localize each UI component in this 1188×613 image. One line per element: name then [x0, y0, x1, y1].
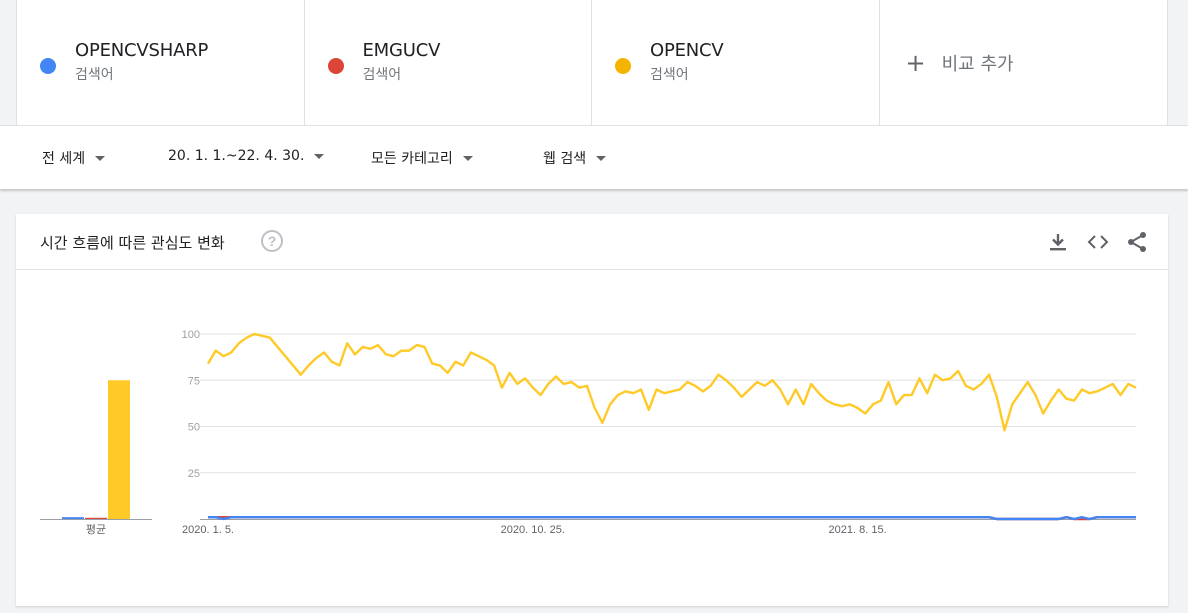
share-icon[interactable]	[1125, 230, 1149, 254]
average-label: 평균	[86, 523, 106, 536]
y-axis-ticks: 25 50 75 100	[182, 329, 200, 480]
add-compare[interactable]: + 비교 추가	[906, 50, 1014, 76]
y-tick-label: 50	[188, 422, 200, 434]
average-bar-chart: 평균	[40, 380, 152, 536]
term-name[interactable]: OPENCVSHARP	[75, 40, 208, 61]
x-tick-label: 2020. 10. 25.	[501, 524, 565, 536]
term-card-opencv[interactable]: OPENCV 검색어	[592, 0, 880, 125]
search-type-filter-label: 웹 검색	[543, 151, 587, 167]
dropdown-arrow-icon	[314, 153, 325, 159]
series-line-opencv	[206, 332, 1137, 432]
y-tick-label: 75	[188, 375, 200, 387]
term-card-opencvsharp[interactable]: OPENCVSHARP 검색어	[17, 0, 305, 125]
series-line-opencvsharp	[208, 515, 1136, 521]
card-header: 시간 흐름에 따른 관심도 변화 ?	[16, 214, 1168, 270]
region-filter-label: 전 세계	[42, 151, 86, 167]
y-tick-label: 25	[188, 468, 200, 480]
term-color-dot	[40, 58, 56, 74]
add-compare-label: 비교 추가	[941, 54, 1014, 75]
term-name[interactable]: OPENCV	[650, 40, 724, 61]
plus-icon: +	[905, 49, 926, 77]
x-axis-ticks: 2020. 1. 5. 2020. 10. 25. 2021. 8. 15.	[182, 524, 887, 536]
average-bar	[85, 517, 107, 519]
filter-bar: 전 세계 20. 1. 1.~22. 4. 30. 모든 카테고리 웹 검색	[0, 125, 1188, 189]
help-icon[interactable]: ?	[261, 230, 283, 252]
card-title: 시간 흐름에 따른 관심도 변화	[40, 234, 225, 252]
x-tick-label: 2021. 8. 15.	[829, 524, 887, 536]
term-type: 검색어	[650, 67, 689, 83]
term-type: 검색어	[362, 67, 402, 83]
date-range-filter[interactable]: 20. 1. 1.~22. 4. 30.	[168, 148, 325, 164]
search-terms-bar: OPENCVSHARP 검색어 EMGUCV 검색어 OPENCV 검색어 + …	[16, 0, 1168, 125]
term-name[interactable]: EMGUCV	[363, 40, 441, 61]
region-filter[interactable]: 전 세계	[42, 148, 106, 168]
term-type: 검색어	[75, 67, 114, 83]
term-color-dot	[615, 58, 631, 74]
download-icon[interactable]	[1046, 230, 1070, 254]
term-color-dot	[327, 58, 344, 74]
date-range-filter-label: 20. 1. 1.~22. 4. 30.	[168, 148, 305, 164]
average-bar	[108, 380, 130, 519]
dropdown-arrow-icon	[462, 155, 473, 161]
interest-over-time-card: 시간 흐름에 따른 관심도 변화 ? 평균 25 50 75 100 2020. 1.…	[16, 214, 1168, 606]
dropdown-arrow-icon	[95, 155, 106, 161]
dropdown-arrow-icon	[596, 155, 607, 161]
search-type-filter[interactable]: 웹 검색	[543, 148, 607, 168]
term-card-emgucv[interactable]: EMGUCV 검색어	[305, 0, 592, 125]
embed-code-icon[interactable]	[1086, 230, 1110, 254]
y-tick-label: 100	[182, 329, 200, 341]
add-compare-button[interactable]: + 비교 추가	[880, 0, 1168, 125]
average-bar	[62, 517, 84, 519]
interest-chart: 평균 255075100 2020. 1. 5. 2020. 10. 25. 202…	[40, 329, 1137, 536]
category-filter-label: 모든 카테고리	[371, 151, 453, 167]
category-filter[interactable]: 모든 카테고리	[371, 148, 473, 168]
x-tick-label: 2020. 1. 5.	[182, 524, 234, 536]
